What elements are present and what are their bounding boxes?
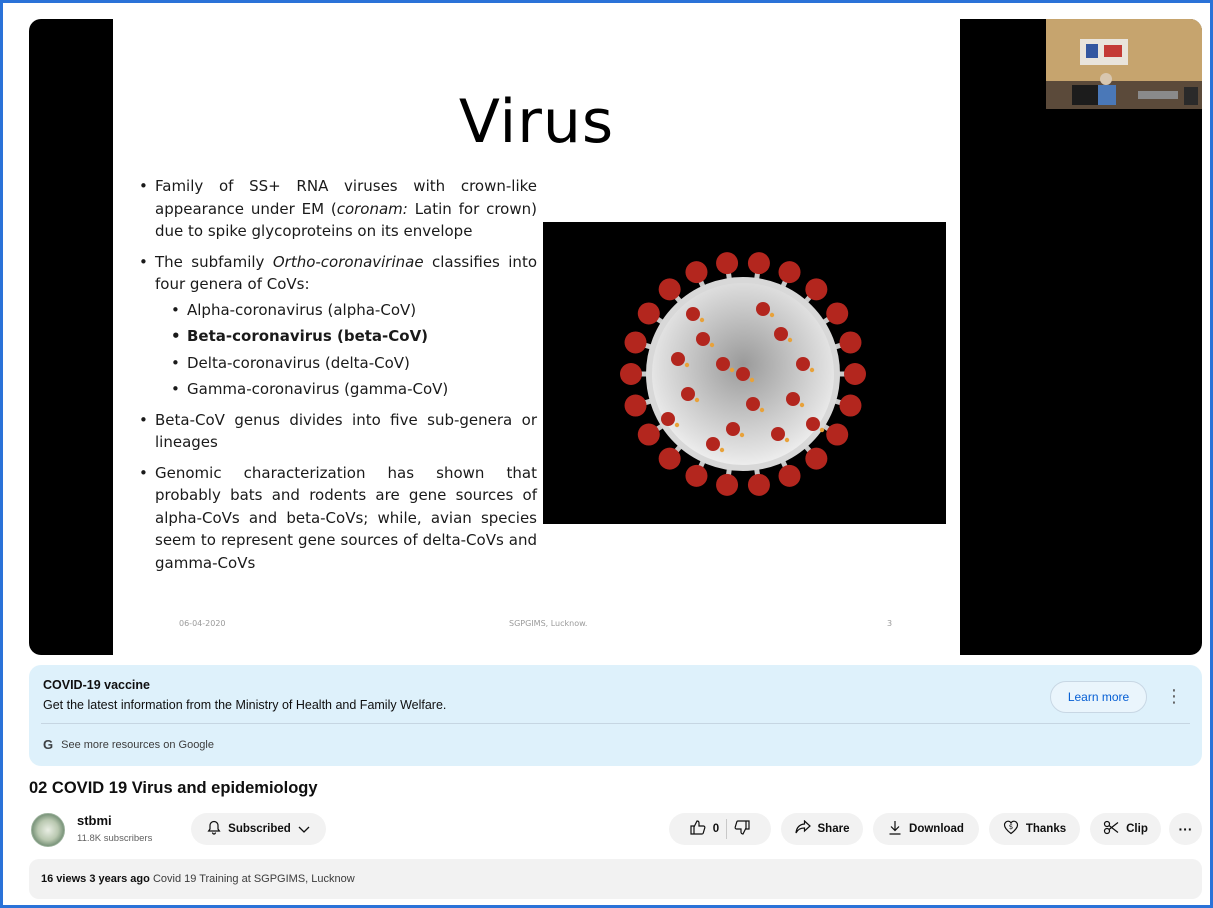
covid-info-panel: COVID-19 vaccine Get the latest informat…	[29, 665, 1202, 766]
share-label: Share	[817, 823, 850, 835]
dislike-icon[interactable]	[734, 819, 750, 839]
slide-sub-bullet: Gamma-coronavirus (gamma-CoV)	[139, 378, 537, 401]
slide-footer-date: 06-04-2020	[179, 619, 226, 628]
scissors-icon	[1103, 820, 1119, 839]
subscribed-button[interactable]: Subscribed	[191, 813, 326, 845]
like-icon[interactable]	[690, 819, 706, 839]
channel-avatar[interactable]	[31, 813, 65, 847]
more-vert-icon[interactable]: ⋮	[1165, 683, 1183, 709]
video-title: 02 COVID 19 Virus and epidemiology	[29, 779, 318, 797]
chevron-down-icon	[298, 821, 310, 838]
upload-age: 3 years ago	[89, 873, 150, 885]
info-panel-title: COVID-19 vaccine	[43, 678, 150, 692]
svg-text:$: $	[1009, 823, 1013, 831]
more-horiz-icon: ···	[1178, 821, 1193, 837]
clip-label: Clip	[1126, 823, 1148, 835]
slide-sub-bullet: Alpha-coronavirus (alpha-CoV)	[139, 299, 537, 322]
description-text: Covid 19 Training at SGPGIMS, Lucknow	[152, 873, 355, 885]
learn-more-button[interactable]: Learn more	[1050, 681, 1147, 713]
description-meta: 16 views 3 years ago Covid 19 Training a…	[41, 873, 355, 885]
slide-sub-bullet: Beta-coronavirus (beta-CoV)	[139, 325, 537, 348]
bell-icon	[207, 820, 221, 839]
share-icon	[794, 819, 811, 838]
subscriber-count: 11.8K subscribers	[77, 833, 153, 844]
more-actions-button[interactable]: ···	[1169, 813, 1202, 845]
description-box[interactable]: 16 views 3 years ago Covid 19 Training a…	[29, 859, 1202, 899]
google-icon: G	[43, 737, 54, 752]
coronavirus-illustration	[620, 252, 866, 496]
thanks-label: Thanks	[1025, 823, 1067, 835]
presenter-video-thumbnail	[1046, 19, 1202, 109]
channel-name[interactable]: stbmi	[77, 813, 112, 828]
subscribed-label: Subscribed	[228, 823, 291, 835]
window-frame: Virus Family of SS+ RNA viruses with cro…	[0, 0, 1213, 908]
coronavirus-image	[543, 222, 946, 524]
download-label: Download	[909, 823, 964, 835]
slide-bullet: Beta-CoV genus divides into five sub-gen…	[139, 409, 537, 454]
like-count: 0	[712, 823, 720, 835]
slide-footer-center: SGPGIMS, Lucknow.	[509, 619, 588, 628]
like-dislike-group: 0	[669, 813, 771, 845]
slide-bullet: Genomic characterization has shown that …	[139, 462, 537, 575]
slide-bullet-list: Family of SS+ RNA viruses with crown-lik…	[139, 175, 537, 582]
video-player[interactable]: Virus Family of SS+ RNA viruses with cro…	[29, 19, 1202, 655]
download-button[interactable]: Download	[873, 813, 979, 845]
thanks-button[interactable]: $ Thanks	[989, 813, 1080, 845]
slide-bullet: The subfamily Ortho-coronavirinae classi…	[139, 251, 537, 296]
like-divider	[726, 819, 728, 839]
info-panel-description: Get the latest information from the Mini…	[43, 698, 447, 712]
slide-bullet: Family of SS+ RNA viruses with crown-lik…	[139, 175, 537, 243]
thanks-icon: $	[1003, 819, 1019, 839]
info-panel-divider	[41, 723, 1190, 724]
slide-sub-bullet: Delta-coronavirus (delta-CoV)	[139, 352, 537, 375]
google-resources-label: See more resources on Google	[61, 738, 214, 751]
view-count: 16 views	[41, 873, 87, 885]
download-icon	[888, 820, 902, 839]
slide-title: Virus	[458, 87, 615, 157]
share-button[interactable]: Share	[781, 813, 863, 845]
presentation-slide: Virus Family of SS+ RNA viruses with cro…	[113, 19, 960, 655]
google-resources-link[interactable]: G See more resources on Google	[43, 737, 214, 752]
slide-page-number: 3	[887, 619, 893, 628]
clip-button[interactable]: Clip	[1090, 813, 1161, 845]
